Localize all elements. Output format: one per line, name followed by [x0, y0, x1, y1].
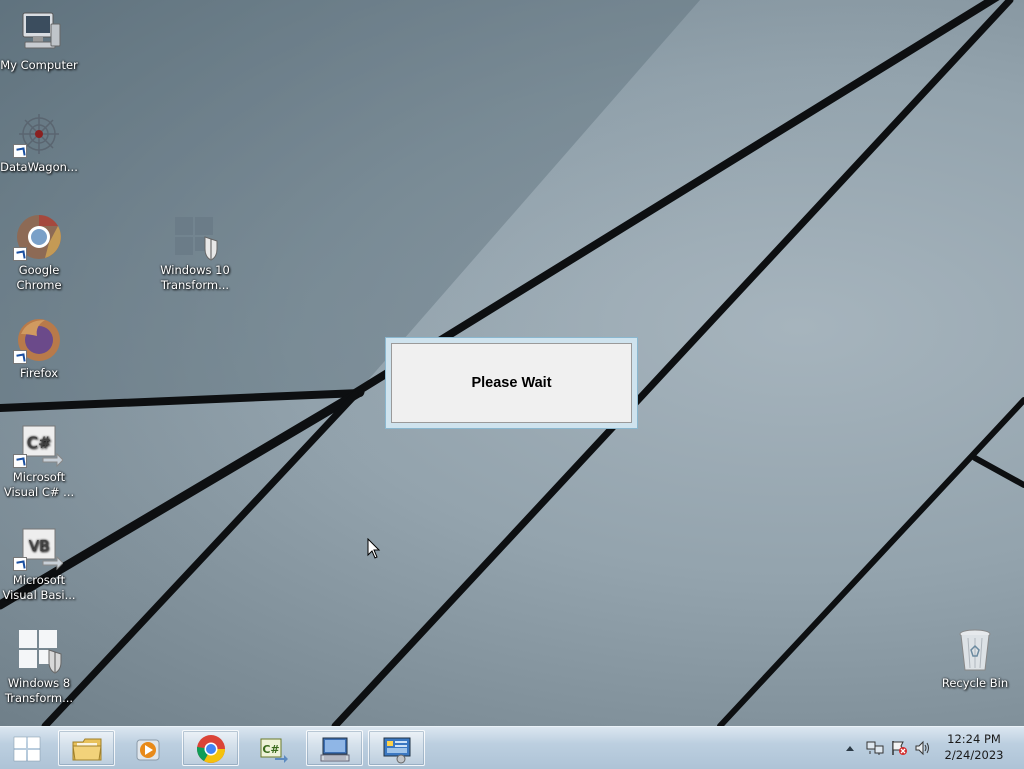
- windows-shield-icon: [171, 213, 219, 261]
- chrome-icon: [197, 735, 225, 763]
- taskbar-file-explorer-button[interactable]: [58, 730, 115, 766]
- action-center-flag-icon[interactable]: [890, 740, 908, 756]
- computer-icon: [15, 8, 63, 56]
- taskbar-media-player-button[interactable]: [120, 730, 177, 766]
- taskbar-clock[interactable]: 12:24 PM 2/24/2023: [938, 731, 1010, 763]
- desktop-icon-my-computer[interactable]: My Computer: [0, 8, 78, 73]
- shortcut-arrow-icon: [13, 350, 27, 364]
- windows-start-icon: [13, 736, 41, 762]
- visual-csharp-icon: C#: [260, 738, 288, 763]
- show-hidden-icons-arrow-icon[interactable]: [845, 744, 855, 752]
- desktop-icon-visual-csharp[interactable]: C# Microsoft Visual C# ...: [0, 420, 78, 500]
- desktop-icon-label: Firefox: [19, 366, 59, 380]
- dialog-content: Please Wait: [391, 343, 632, 423]
- svg-text:C#: C#: [262, 743, 279, 756]
- control-panel-icon: [383, 737, 411, 764]
- desktop-icon-label: Recycle Bin: [941, 676, 1009, 690]
- desktop-icon-datawagon[interactable]: DataWagon...: [0, 110, 78, 175]
- desktop-icon-recycle-bin[interactable]: Recycle Bin: [936, 626, 1014, 691]
- desktop-icon-label: Microsoft Visual C# ...: [3, 470, 75, 499]
- taskbar: C# 12:24 PM 2/24/2023: [0, 726, 1024, 769]
- taskbar-remote-desktop-button[interactable]: [306, 730, 363, 766]
- mouse-cursor-icon: [367, 538, 381, 559]
- desktop-icon-label: Windows 10 Transform...: [160, 263, 230, 292]
- taskbar-visual-csharp-button[interactable]: C#: [244, 730, 301, 766]
- taskbar-control-panel-button[interactable]: [368, 730, 425, 766]
- desktop-icon-firefox[interactable]: Firefox: [0, 316, 78, 381]
- shortcut-arrow-icon: [13, 144, 27, 158]
- media-player-icon: [136, 739, 160, 761]
- start-button[interactable]: [6, 733, 48, 765]
- desktop-icon-label: DataWagon...: [0, 160, 78, 174]
- desktop-icon-windows8-transform[interactable]: Windows 8 Transform...: [0, 626, 78, 706]
- desktop[interactable]: My Computer DataWagon... Google Chrome W…: [0, 0, 1024, 726]
- svg-text:C#: C#: [27, 433, 52, 452]
- visual-basic-icon: VB: [13, 523, 63, 571]
- remote-desktop-icon: [320, 737, 350, 762]
- svg-text:VB: VB: [29, 537, 50, 555]
- shortcut-arrow-icon: [13, 557, 27, 571]
- visual-csharp-icon: C#: [13, 420, 63, 468]
- clock-time: 12:24 PM: [947, 732, 1001, 746]
- firefox-icon: [13, 316, 63, 364]
- desktop-icon-label: Windows 8 Transform...: [4, 676, 74, 705]
- datawagon-icon: [13, 110, 63, 158]
- folder-icon: [72, 738, 102, 761]
- shortcut-arrow-icon: [13, 454, 27, 468]
- shortcut-arrow-icon: [13, 247, 27, 261]
- desktop-icon-windows10-transform[interactable]: Windows 10 Transform...: [156, 213, 234, 293]
- clock-date: 2/24/2023: [944, 748, 1004, 762]
- desktop-icon-label: My Computer: [0, 58, 78, 72]
- recycle-bin-icon: [951, 626, 999, 674]
- desktop-icon-label: Google Chrome: [16, 263, 62, 292]
- chrome-icon: [13, 213, 63, 261]
- windows-shield-icon: [15, 626, 63, 674]
- desktop-icon-visual-basic[interactable]: VB Microsoft Visual Basi...: [0, 523, 78, 603]
- dialog-message: Please Wait: [471, 375, 552, 391]
- desktop-icon-label: Microsoft Visual Basi...: [2, 573, 76, 602]
- please-wait-dialog: Please Wait: [385, 337, 638, 429]
- volume-icon[interactable]: [914, 740, 932, 756]
- network-icon[interactable]: [866, 740, 884, 756]
- taskbar-chrome-button[interactable]: [182, 730, 239, 766]
- desktop-icon-google-chrome[interactable]: Google Chrome: [0, 213, 78, 293]
